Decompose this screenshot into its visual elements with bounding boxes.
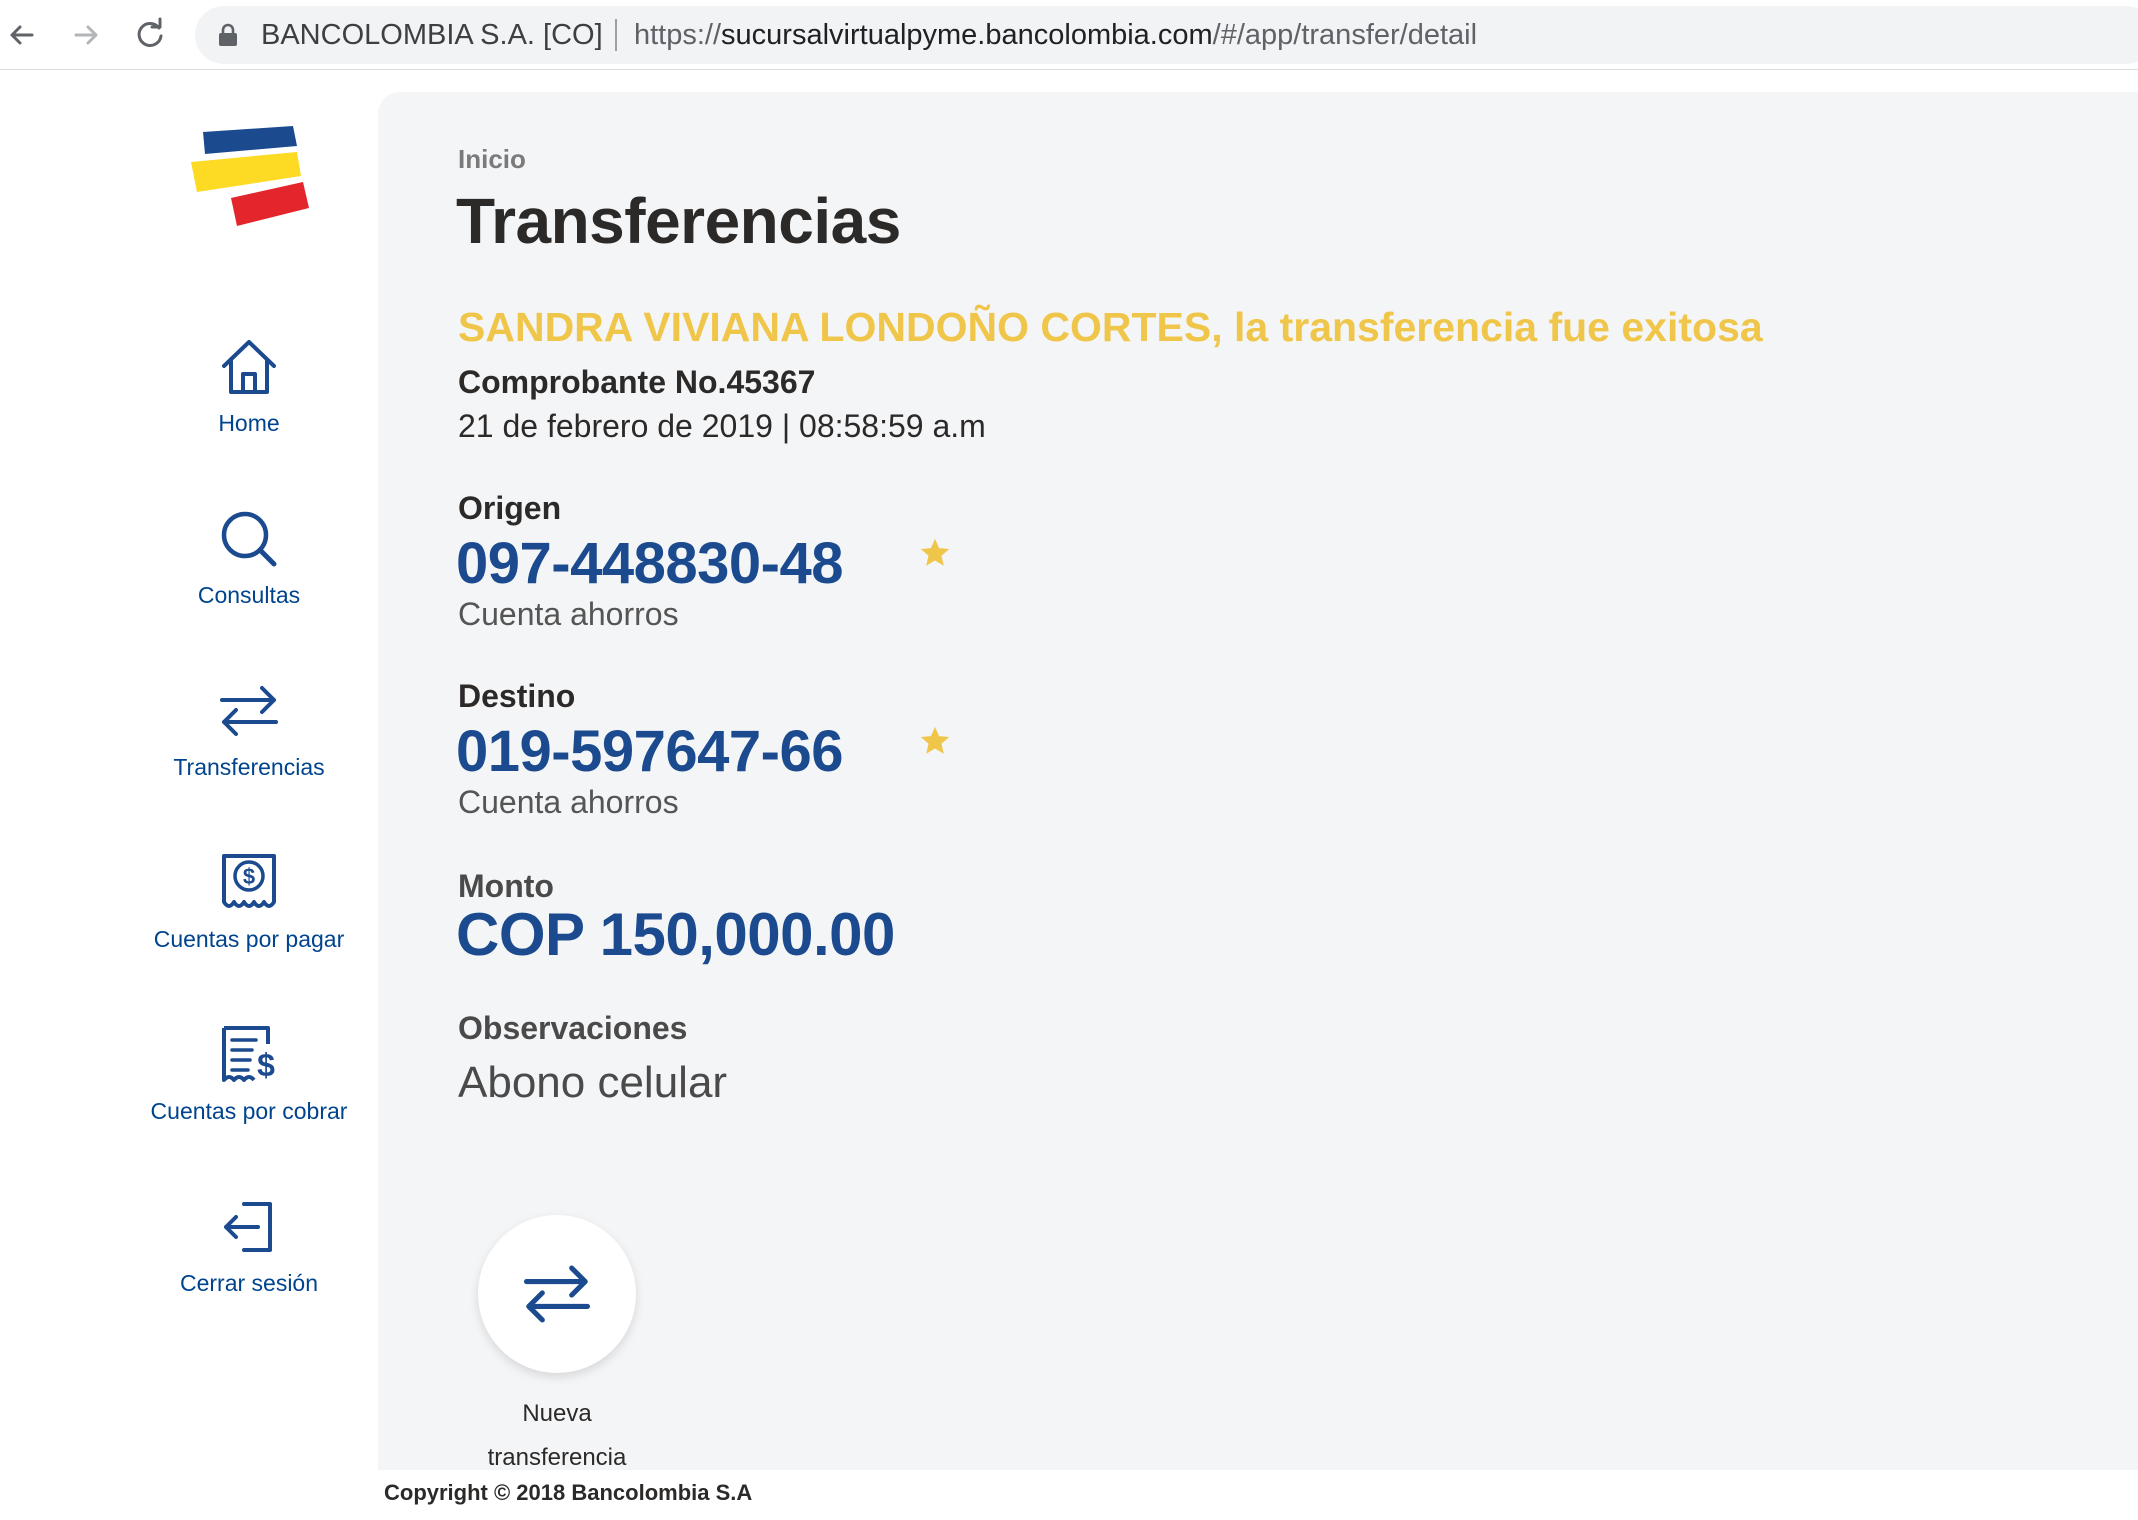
origin-label: Origen [458, 490, 562, 526]
origin-account-type: Cuenta ahorros [458, 596, 679, 632]
transfer-icon [523, 1265, 591, 1323]
search-icon [221, 511, 277, 567]
svg-text:$: $ [257, 1047, 275, 1083]
destination-account-type: Cuenta ahorros [458, 784, 679, 820]
address-divider [615, 19, 617, 51]
lock-icon [219, 23, 237, 46]
url-text[interactable]: https://sucursalvirtualpyme.bancolombia.… [634, 6, 1477, 64]
transfer-icon [220, 686, 278, 736]
footer: Copyright © 2018 Bancolombia S.A [378, 1470, 2138, 1520]
new-transfer-label-line1: Nueva [522, 1400, 592, 1427]
svg-text:$: $ [243, 864, 255, 889]
observations-label: Observaciones [458, 1010, 688, 1046]
home-icon [222, 340, 276, 394]
success-message: SANDRA VIVIANA LONDOÑO CORTES, la transf… [458, 304, 1763, 350]
amount-value: COP 150,000.00 [456, 901, 895, 968]
logout-icon [224, 1202, 272, 1252]
sidebar: Home Consultas Transferencias $ Cuentas … [0, 70, 378, 1520]
origin-account-number: 097-448830-48 [456, 531, 843, 596]
reload-button[interactable] [130, 15, 170, 55]
favorite-star-icon[interactable] [918, 724, 952, 758]
favorite-star-icon[interactable] [918, 536, 952, 570]
destination-label: Destino [458, 678, 576, 714]
forward-button[interactable] [66, 15, 106, 55]
breadcrumb[interactable]: Inicio [458, 144, 526, 175]
arrow-right-icon [74, 25, 98, 45]
transfer-detail-panel: Inicio Transferencias SANDRA VIVIANA LON… [378, 92, 2138, 1471]
voucher-number: Comprobante No.45367 [458, 364, 816, 400]
invoice-icon: $ [222, 1026, 275, 1083]
browser-toolbar: BANCOLOMBIA S.A. [CO] https://sucursalvi… [0, 0, 2138, 70]
page-title: Transferencias [456, 185, 901, 257]
url-path: /#/app/transfer/detail [1212, 19, 1478, 51]
back-button[interactable] [2, 15, 42, 55]
copyright-text: Copyright © 2018 Bancolombia S.A [384, 1480, 753, 1505]
address-bar[interactable]: BANCOLOMBIA S.A. [CO] https://sucursalvi… [195, 6, 2138, 64]
url-host: sucursalvirtualpyme.bancolombia.com [721, 19, 1213, 51]
new-transfer-button[interactable] [478, 1215, 636, 1373]
new-transfer-label[interactable]: Nueva transferencia [437, 1392, 677, 1480]
observations-value: Abono celular [458, 1058, 728, 1107]
bancolombia-logo [191, 126, 309, 226]
reload-icon [137, 17, 163, 47]
url-scheme: https:// [634, 19, 722, 51]
bill-pay-icon: $ [222, 854, 276, 908]
transfer-datetime: 21 de febrero de 2019 | 08:58:59 a.m [458, 408, 986, 444]
destination-account-number: 019-597647-66 [456, 719, 843, 784]
site-identity: BANCOLOMBIA S.A. [CO] [261, 19, 603, 51]
arrow-left-icon [10, 25, 34, 45]
